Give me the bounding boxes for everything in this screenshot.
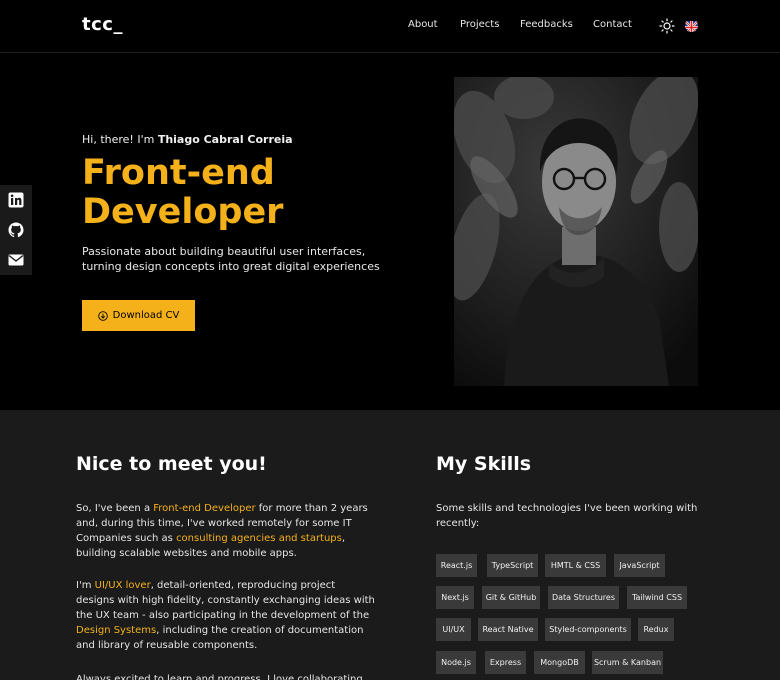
hero-title-line1: Front-end	[82, 153, 275, 193]
hero-section: Hi, there! I'm Thiago Cabral Correia Fro…	[0, 53, 780, 410]
about-title: Nice to meet you!	[76, 453, 267, 475]
p2-highlight-1: UI/UX lover	[94, 580, 151, 591]
about-section: Nice to meet you! So, I've been a Front-…	[0, 410, 780, 680]
github-icon[interactable]	[8, 222, 24, 238]
skill-chip: UI/UX	[436, 618, 471, 641]
nav-projects[interactable]: Projects	[460, 19, 499, 30]
skill-chip: Scrum & Kanban	[592, 651, 663, 674]
sun-icon[interactable]	[659, 18, 675, 34]
skill-chip: HMTL & CSS	[545, 554, 606, 577]
p2-text-a: I'm	[76, 580, 95, 591]
skill-chip: Express	[485, 651, 526, 674]
p1-highlight-1: Front-end Developer	[153, 503, 256, 514]
greeting: Hi, there! I'm Thiago Cabral Correia	[82, 133, 293, 146]
hero-title: Front-end Developer	[82, 154, 382, 232]
developer-name: Thiago Cabral Correia	[157, 133, 293, 146]
nav-feedbacks[interactable]: Feedbacks	[520, 19, 573, 30]
about-paragraph-1: So, I've been a Front-end Developer for …	[76, 501, 376, 561]
skill-chip: React Native	[478, 618, 538, 641]
p1-text-a: So, I've been a	[76, 503, 154, 514]
mail-icon[interactable]	[8, 252, 24, 268]
hero-description: Passionate about building beautiful user…	[82, 245, 380, 273]
skill-chip: MongoDB	[534, 651, 585, 674]
hero-title-line2: Developer	[82, 192, 284, 232]
skill-chip: Node.js	[436, 651, 476, 674]
uk-flag-icon[interactable]	[685, 19, 698, 32]
skills-intro: Some skills and technologies I've been w…	[436, 503, 698, 529]
site-header: tcc_ About Projects Feedbacks Contact	[0, 0, 780, 53]
nav-about[interactable]: About	[408, 19, 438, 30]
skill-chip: Next.js	[436, 586, 474, 609]
about-paragraph-3: Always excited to learn and progress. I …	[76, 674, 363, 680]
p2-highlight-2: Design Systems	[76, 625, 157, 636]
skill-chip: Git & GitHub	[482, 586, 540, 609]
nav-contact[interactable]: Contact	[593, 19, 632, 30]
profile-photo	[454, 77, 698, 386]
skill-chip: Tailwind CSS	[627, 586, 687, 609]
logo[interactable]: tcc_	[82, 14, 123, 35]
social-sidebar	[0, 185, 32, 275]
about-paragraph-2: I'm UI/UX lover, detail-oriented, reprod…	[76, 578, 376, 653]
skills-title: My Skills	[436, 453, 532, 475]
greeting-prefix: Hi, there! I'm	[82, 133, 155, 146]
download-cv-label: Download CV	[112, 310, 180, 321]
skill-chip: Redux	[638, 618, 674, 641]
linkedin-icon[interactable]	[8, 192, 24, 208]
skill-chip: JavaScript	[614, 554, 665, 577]
p1-highlight-2: consulting agencies and startups	[176, 533, 342, 544]
skill-chip: React.js	[436, 554, 477, 577]
download-cv-button[interactable]: Download CV	[82, 300, 195, 331]
skill-chip: Data Structures	[548, 586, 619, 609]
download-icon	[97, 310, 108, 321]
skill-chip: Styled-components	[545, 618, 631, 641]
skill-chip: TypeScript	[487, 554, 538, 577]
